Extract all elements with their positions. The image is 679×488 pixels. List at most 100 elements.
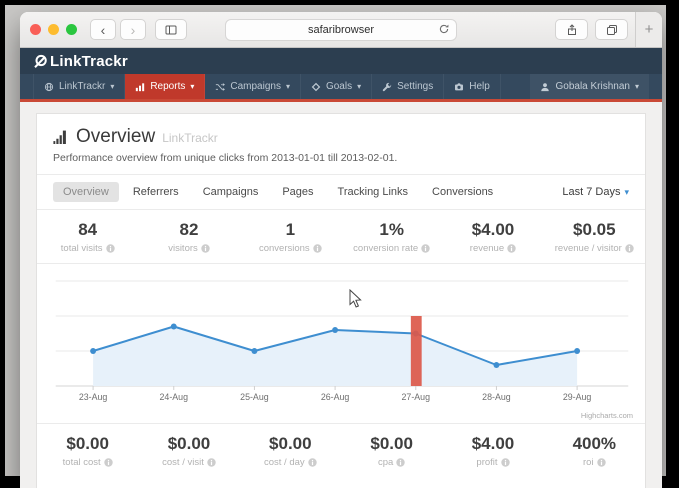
stat-label: visitors bbox=[138, 243, 239, 254]
info-icon[interactable] bbox=[104, 458, 113, 467]
user-icon bbox=[540, 82, 550, 92]
reload-icon bbox=[438, 23, 450, 35]
stat-conversion-rate: 1% conversion rate bbox=[341, 220, 442, 254]
browser-toolbar: ‹ › safaribrowser bbox=[20, 12, 662, 48]
stat-label-text: cost / day bbox=[264, 457, 305, 468]
nav-item-label: LinkTrackr bbox=[59, 81, 105, 92]
reload-button[interactable] bbox=[438, 23, 450, 35]
user-menu[interactable]: Gobala Krishnan ▾ bbox=[530, 74, 649, 99]
address-text: safaribrowser bbox=[308, 24, 374, 36]
stat-label-text: revenue / visitor bbox=[555, 243, 622, 254]
stat-label-text: roi bbox=[583, 457, 594, 468]
stat-total-cost: $0.00total cost bbox=[37, 434, 138, 468]
info-icon[interactable] bbox=[313, 244, 322, 253]
stats-row-top: 84total visits82visitors1conversions1%co… bbox=[37, 210, 645, 264]
overview-chart-icon bbox=[53, 130, 69, 144]
camera-icon bbox=[454, 82, 464, 92]
stat-cost-day: $0.00 cost / day bbox=[240, 434, 341, 468]
nav-item-reports[interactable]: Reports▾ bbox=[125, 74, 205, 99]
desktop-background: ‹ › safaribrowser bbox=[5, 5, 666, 476]
date-range-dropdown[interactable]: Last 7 Days ▾ bbox=[562, 186, 629, 198]
bar-chart-icon bbox=[135, 82, 145, 92]
visits-chart[interactable]: 23-Aug24-Aug25-Aug26-Aug27-Aug28-Aug29-A… bbox=[38, 268, 644, 418]
stat-label-text: revenue bbox=[470, 243, 504, 254]
x-axis-label: 27-Aug bbox=[402, 392, 431, 402]
stat-label-text: cpa bbox=[378, 457, 393, 468]
info-icon[interactable] bbox=[201, 244, 210, 253]
stat-label: conversion rate bbox=[341, 243, 442, 254]
info-icon[interactable] bbox=[106, 244, 115, 253]
stat-value: $0.05 bbox=[544, 220, 645, 240]
chevron-down-icon: ▾ bbox=[110, 82, 114, 91]
user-name: Gobala Krishnan bbox=[555, 81, 630, 92]
stat-label-text: total visits bbox=[61, 243, 103, 254]
info-icon[interactable] bbox=[507, 244, 516, 253]
sidebar-icon bbox=[165, 24, 177, 36]
stat-label: conversions bbox=[240, 243, 341, 254]
tab-overview[interactable]: Overview bbox=[53, 182, 119, 202]
minimize-window-button[interactable] bbox=[48, 24, 59, 35]
info-icon[interactable] bbox=[421, 244, 430, 253]
tab-pages[interactable]: Pages bbox=[272, 182, 323, 202]
zoom-window-button[interactable] bbox=[66, 24, 77, 35]
back-button[interactable]: ‹ bbox=[90, 19, 116, 40]
stat-value: 1% bbox=[341, 220, 442, 240]
tab-tracking-links[interactable]: Tracking Links bbox=[328, 182, 419, 202]
address-bar[interactable]: safaribrowser bbox=[225, 19, 457, 41]
shuffle-icon bbox=[215, 82, 225, 92]
stat-label: revenue bbox=[442, 243, 543, 254]
nav-item-label: Settings bbox=[397, 81, 433, 92]
stat-value: $0.00 bbox=[37, 434, 138, 454]
tab-overview-button[interactable] bbox=[595, 19, 628, 40]
main-navigation: LinkTrackr▾Reports▾Campaigns▾Goals▾Setti… bbox=[20, 74, 662, 99]
stat-value: 84 bbox=[37, 220, 138, 240]
report-tabs: OverviewReferrersCampaignsPagesTracking … bbox=[37, 175, 645, 210]
x-axis-label: 28-Aug bbox=[482, 392, 511, 402]
forward-button[interactable]: › bbox=[120, 19, 146, 40]
logo-text: LinkTrackr bbox=[50, 53, 128, 70]
nav-item-label: Reports bbox=[150, 81, 185, 92]
tab-referrers[interactable]: Referrers bbox=[123, 182, 189, 202]
chart-credit-link[interactable]: Highcharts.com bbox=[581, 411, 633, 420]
linktrackr-logo[interactable]: LinkTrackr bbox=[33, 53, 128, 70]
stat-value: $4.00 bbox=[442, 434, 543, 454]
share-button[interactable] bbox=[555, 19, 588, 40]
site-header: LinkTrackr bbox=[20, 48, 662, 74]
nav-item-linktrackr[interactable]: LinkTrackr ▾ bbox=[33, 74, 125, 99]
safari-window: ‹ › safaribrowser bbox=[20, 12, 662, 488]
info-icon[interactable] bbox=[501, 458, 510, 467]
stat-value: $0.00 bbox=[138, 434, 239, 454]
stat-label: cost / day bbox=[240, 457, 341, 468]
x-axis-label: 23-Aug bbox=[79, 392, 108, 402]
info-icon[interactable] bbox=[308, 458, 317, 467]
close-window-button[interactable] bbox=[30, 24, 41, 35]
nav-item-label: Campaigns bbox=[230, 81, 281, 92]
tab-campaigns[interactable]: Campaigns bbox=[193, 182, 269, 202]
nav-item-settings[interactable]: Settings bbox=[372, 74, 444, 99]
info-icon[interactable] bbox=[597, 458, 606, 467]
stat-total-visits: 84 total visits bbox=[37, 220, 138, 254]
nav-item-help[interactable]: Help bbox=[444, 74, 501, 99]
info-icon[interactable] bbox=[625, 244, 634, 253]
page-title: Overview bbox=[76, 126, 155, 148]
stat-label-text: cost / visit bbox=[162, 457, 204, 468]
date-range-label: Last 7 Days bbox=[562, 186, 620, 198]
new-tab-button[interactable]: + bbox=[635, 12, 662, 47]
chevron-down-icon: ▾ bbox=[357, 82, 361, 91]
tab-conversions[interactable]: Conversions bbox=[422, 182, 503, 202]
stat-cpa: $0.00cpa bbox=[341, 434, 442, 468]
stat-conversions: 1conversions bbox=[240, 220, 341, 254]
sidebar-toggle-button[interactable] bbox=[155, 19, 187, 40]
stat-label: cpa bbox=[341, 457, 442, 468]
info-icon[interactable] bbox=[396, 458, 405, 467]
conversion-column[interactable] bbox=[411, 316, 422, 386]
chevron-down-icon: ▾ bbox=[286, 82, 290, 91]
stat-value: $0.00 bbox=[240, 434, 341, 454]
x-axis-label: 29-Aug bbox=[563, 392, 592, 402]
report-header: Overview LinkTrackr Performance overview… bbox=[37, 114, 645, 175]
mouse-cursor bbox=[349, 289, 363, 309]
page-title-suffix: LinkTrackr bbox=[162, 131, 218, 145]
nav-item-goals[interactable]: Goals▾ bbox=[301, 74, 372, 99]
nav-item-campaigns[interactable]: Campaigns ▾ bbox=[205, 74, 301, 99]
info-icon[interactable] bbox=[207, 458, 216, 467]
